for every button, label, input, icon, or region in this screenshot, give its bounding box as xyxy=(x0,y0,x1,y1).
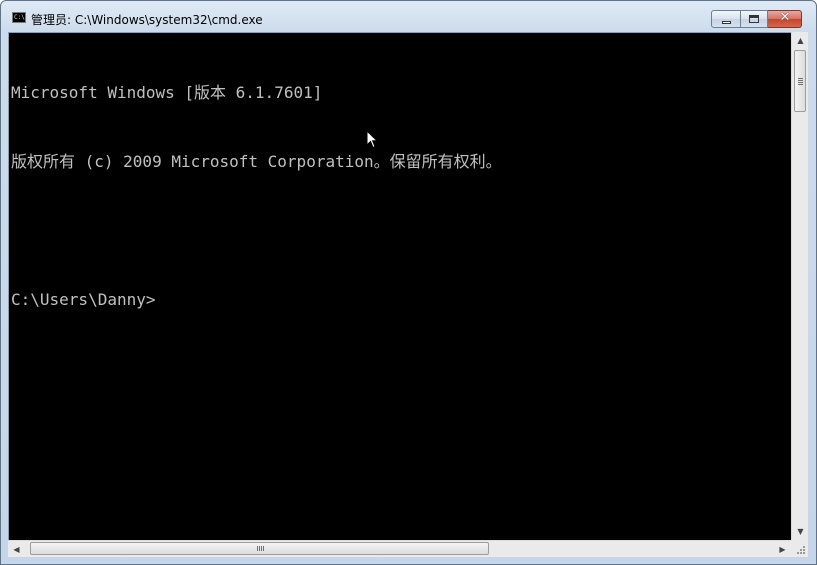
close-button[interactable]: ✕ xyxy=(768,10,802,28)
console-prompt[interactable]: C:\Users\Danny> xyxy=(11,288,791,311)
scroll-up-button[interactable]: ▲ xyxy=(792,32,809,49)
vertical-scrollbar[interactable]: ▲ ▼ xyxy=(791,32,808,540)
cmd-icon[interactable]: C:\ xyxy=(12,12,26,23)
maximize-icon xyxy=(749,15,759,23)
scroll-left-button[interactable]: ◀ xyxy=(8,541,25,558)
console-line: Microsoft Windows [版本 6.1.7601] xyxy=(11,83,323,102)
cmd-window: C:\ 管理员: C:\Windows\system32\cmd.exe ✕ M… xyxy=(0,0,817,565)
console-output[interactable]: Microsoft Windows [版本 6.1.7601] 版权所有 (c)… xyxy=(8,32,791,540)
window-controls: ✕ xyxy=(711,10,802,28)
minimize-icon xyxy=(722,21,731,24)
horizontal-scroll-thumb[interactable] xyxy=(30,542,489,555)
horizontal-scrollbar[interactable]: ◀ ▶ xyxy=(8,540,791,557)
window-title: 管理员: C:\Windows\system32\cmd.exe xyxy=(31,13,263,27)
minimize-button[interactable] xyxy=(711,10,741,28)
mouse-pointer-icon xyxy=(366,130,378,149)
vertical-scroll-thumb[interactable] xyxy=(794,50,806,112)
close-icon: ✕ xyxy=(779,10,791,25)
scroll-right-button[interactable]: ▶ xyxy=(774,541,791,558)
maximize-button[interactable] xyxy=(741,10,768,28)
scroll-down-button[interactable]: ▼ xyxy=(792,523,809,540)
title-bar[interactable]: C:\ 管理员: C:\Windows\system32\cmd.exe ✕ xyxy=(1,1,816,32)
resize-grip[interactable] xyxy=(791,540,808,557)
console-line: 版权所有 (c) 2009 Microsoft Corporation。保留所有… xyxy=(11,152,502,171)
